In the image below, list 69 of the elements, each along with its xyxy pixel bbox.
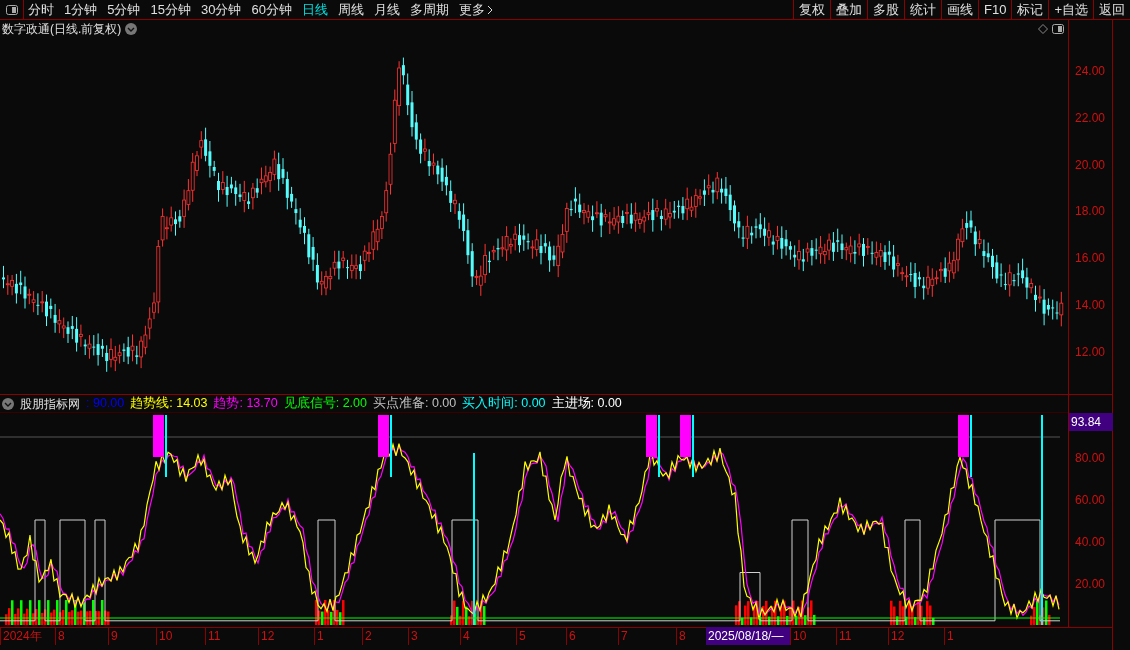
toolbar-button[interactable]: 叠加	[830, 0, 867, 19]
price-axis-label: 16.00	[1075, 250, 1106, 268]
date-axis-label: 12	[258, 626, 314, 645]
date-axis-label: 8	[55, 626, 108, 645]
period-tab[interactable]: 日线	[301, 0, 328, 20]
more-tab[interactable]: 更多	[458, 0, 485, 20]
date-axis-label: 6	[566, 626, 618, 645]
date-axis-label: 11	[836, 626, 888, 645]
indicator-axis-label: 60.00	[1075, 492, 1106, 509]
period-tab[interactable]: 月线	[373, 0, 400, 20]
chevron-right-icon	[486, 4, 493, 15]
period-tab[interactable]: 多周期	[409, 0, 449, 20]
period-tab[interactable]: 30分钟	[200, 0, 242, 20]
panel-toggle-icon[interactable]	[5, 4, 18, 15]
legend-value: 买点准备: 0.00	[373, 395, 457, 413]
signal-block	[153, 415, 164, 457]
price-axis-label: 12.00	[1075, 343, 1106, 361]
date-axis-label: 3	[408, 626, 460, 645]
chart-title: 数字政通(日线.前复权)	[2, 21, 122, 38]
price-axis-label: 20.00	[1075, 156, 1106, 174]
signal-block	[378, 415, 389, 457]
price-axis-label: 24.00	[1075, 63, 1106, 80]
price-axis-label: 18.00	[1075, 203, 1106, 221]
toolbar-button[interactable]: 标记	[1011, 0, 1049, 19]
legend-value: 见底信号: 2.00	[283, 395, 367, 413]
toolbar-button[interactable]: 返回	[1093, 0, 1130, 19]
toolbar-button[interactable]: 复权	[793, 0, 830, 19]
indicator-axis-label: 40.00	[1075, 534, 1106, 551]
date-axis-label: 1	[944, 626, 984, 645]
date-axis-label: 7	[618, 626, 676, 645]
toolbar-button[interactable]: F10	[978, 0, 1012, 19]
date-axis-label: 12	[888, 626, 944, 645]
price-axis-label: 22.00	[1075, 109, 1106, 127]
period-tab[interactable]: 60分钟	[251, 0, 292, 20]
toolbar-button[interactable]: 统计	[904, 0, 941, 19]
date-axis-label: 2	[362, 626, 408, 645]
toolbar-button[interactable]: 画线	[941, 0, 978, 19]
date-axis-label: 2024年	[0, 626, 55, 645]
period-tab[interactable]: 5分钟	[107, 0, 141, 20]
toolbar-button[interactable]: 多股	[867, 0, 904, 19]
legend-value: 买入时间: 0.00	[462, 395, 546, 413]
legend-value: : 90.00	[86, 395, 125, 413]
period-tab[interactable]: 1分钟	[64, 0, 98, 20]
date-axis-label: 1	[314, 626, 362, 645]
date-axis-label: 9	[108, 626, 156, 645]
legend-value: 趋势线: 14.03	[130, 395, 208, 413]
date-axis-label: 5	[516, 626, 566, 645]
panel-toggle-icon[interactable]	[1052, 24, 1064, 34]
indicator-name: 股朋指标网	[20, 395, 80, 413]
dropdown-icon[interactable]	[2, 397, 14, 410]
date-axis-label: 10	[156, 626, 205, 645]
date-axis-label: 4	[460, 626, 516, 645]
signal-block	[958, 415, 969, 457]
period-tab[interactable]: 周线	[337, 0, 364, 20]
current-value-label: 93.84	[1069, 413, 1113, 431]
period-tab[interactable]: 分时	[28, 0, 54, 20]
signal-block	[680, 415, 691, 457]
signal-block	[646, 415, 657, 457]
date-axis-label: 10	[790, 626, 836, 645]
indicator-axis-label: 20.00	[1075, 576, 1106, 593]
indicator-axis-label: 80.00	[1075, 450, 1106, 467]
date-axis-label: 11	[205, 626, 258, 645]
dropdown-icon[interactable]	[125, 23, 138, 35]
toolbar-button[interactable]: +自选	[1048, 0, 1093, 19]
legend-value: 主进场: 0.00	[551, 395, 622, 413]
date-axis-label: 2025/08/18/—	[706, 626, 790, 645]
period-tab[interactable]: 15分钟	[150, 0, 191, 20]
price-axis-label: 14.00	[1075, 297, 1106, 314]
legend-value: 趋势: 13.70	[213, 395, 278, 413]
